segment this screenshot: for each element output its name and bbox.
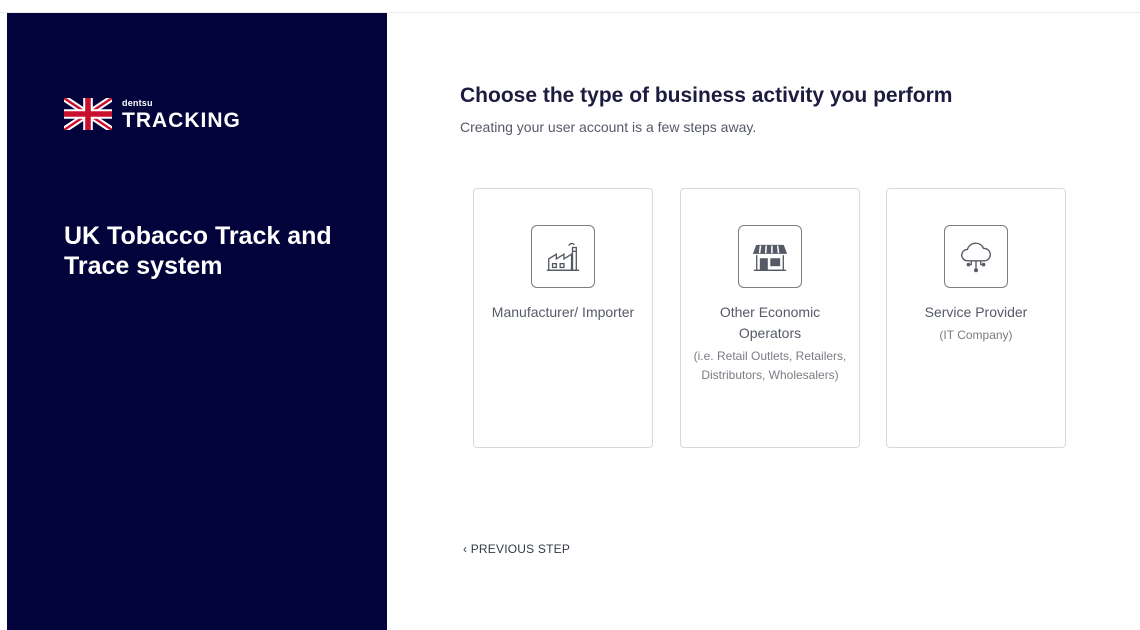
- option-label: Service Provider (IT Company): [895, 302, 1057, 345]
- option-card-other-economic-operators[interactable]: Other Economic Operators (i.e. Retail Ou…: [680, 188, 860, 448]
- cloud-network-icon: [961, 242, 991, 272]
- option-note: (i.e. Retail Outlets, Retailers, Distrib…: [693, 349, 847, 382]
- page-subtitle: Creating your user account is a few step…: [460, 119, 757, 135]
- page-title: Choose the type of business activity you…: [460, 84, 953, 107]
- sidebar: dentsu TRACKING UK Tobacco Track and Tra…: [7, 13, 387, 630]
- option-title: Service Provider: [924, 304, 1028, 320]
- logo: dentsu TRACKING: [64, 98, 241, 132]
- option-note: (IT Company): [939, 328, 1013, 342]
- option-card-manufacturer[interactable]: Manufacturer/ Importer: [473, 188, 653, 448]
- option-icon-box: [531, 225, 595, 288]
- logo-brand: dentsu: [122, 98, 153, 108]
- logo-product: TRACKING: [122, 109, 241, 132]
- factory-icon: [546, 242, 580, 271]
- option-icon-box: [738, 225, 802, 288]
- option-label: Manufacturer/ Importer: [482, 302, 644, 323]
- logo-wordmark: dentsu TRACKING: [122, 98, 241, 132]
- option-title: Other Economic Operators: [719, 304, 821, 341]
- uk-flag-icon: [64, 98, 112, 130]
- option-card-service-provider[interactable]: Service Provider (IT Company): [886, 188, 1066, 448]
- option-label: Other Economic Operators (i.e. Retail Ou…: [689, 302, 851, 385]
- previous-step-link[interactable]: ‹ PREVIOUS STEP: [463, 542, 570, 556]
- option-title: Manufacturer/ Importer: [491, 304, 635, 320]
- sidebar-title: UK Tobacco Track and Trace system: [64, 222, 332, 280]
- option-icon-box: [944, 225, 1008, 288]
- store-icon: [752, 244, 788, 271]
